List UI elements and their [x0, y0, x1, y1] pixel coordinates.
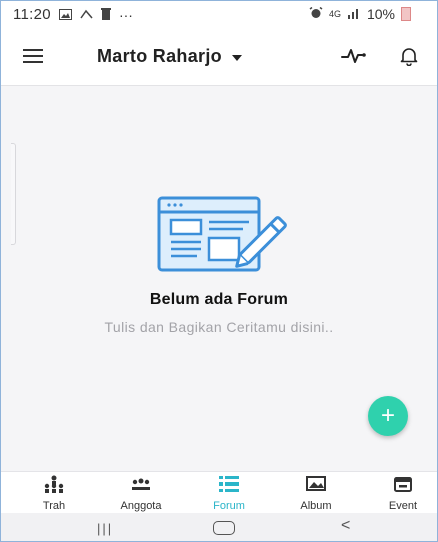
album-icon [305, 475, 327, 498]
nav-item-trah[interactable]: Trah [19, 475, 89, 512]
empty-state-subtitle: Tulis dan Bagikan Ceritamu disini.. [104, 319, 334, 335]
back-button[interactable]: < [341, 517, 350, 535]
recent-apps-button[interactable]: ||| [97, 521, 113, 536]
notification-icon [80, 7, 93, 23]
bottom-navigation: Trah Anggota Forum Album Event [1, 471, 437, 514]
activity-pulse-icon[interactable] [341, 47, 367, 70]
add-post-button[interactable]: + [368, 396, 408, 436]
nav-label-event: Event [388, 500, 418, 512]
family-tree-icon [43, 475, 65, 498]
nav-label-forum: Forum [213, 500, 245, 512]
battery-icon [401, 7, 411, 21]
nav-label-album: Album [300, 500, 332, 512]
battery-percent: 10% [366, 6, 395, 22]
alarm-icon [309, 6, 323, 22]
menu-icon[interactable] [23, 49, 43, 63]
status-time: 11:20 [13, 6, 51, 23]
nav-item-anggota[interactable]: Anggota [106, 475, 176, 512]
account-selector[interactable]: Marto Raharjo [97, 46, 242, 67]
more-status-dots: ··· [118, 6, 133, 23]
home-button[interactable] [213, 521, 235, 535]
members-icon [130, 475, 152, 498]
signal-icon [347, 6, 361, 22]
system-navigation-bar: ||| < [1, 513, 437, 541]
nav-item-forum[interactable]: Forum [194, 475, 264, 512]
status-bar: 11:20 ··· 4G 10% [1, 1, 437, 29]
page-title: Marto Raharjo [97, 46, 222, 66]
side-drawer-handle[interactable] [11, 143, 16, 245]
bell-icon[interactable] [400, 46, 418, 71]
forum-illustration-icon [157, 194, 299, 281]
network-type: 4G [328, 9, 341, 19]
forum-icon [218, 475, 240, 498]
nav-label-trah: Trah [42, 500, 66, 512]
chevron-down-icon [231, 54, 242, 61]
app-screen: 11:20 ··· 4G 10% Marto Raharjo Belum ada… [0, 0, 438, 542]
empty-state-title: Belum ada Forum [149, 291, 289, 308]
nav-item-album[interactable]: Album [281, 475, 351, 512]
nav-item-event[interactable]: Event [368, 475, 437, 512]
gallery-icon [58, 7, 72, 23]
event-icon [392, 475, 414, 498]
nav-label-anggota: Anggota [120, 500, 162, 512]
app-header: Marto Raharjo [1, 29, 437, 86]
trash-icon [100, 7, 111, 23]
